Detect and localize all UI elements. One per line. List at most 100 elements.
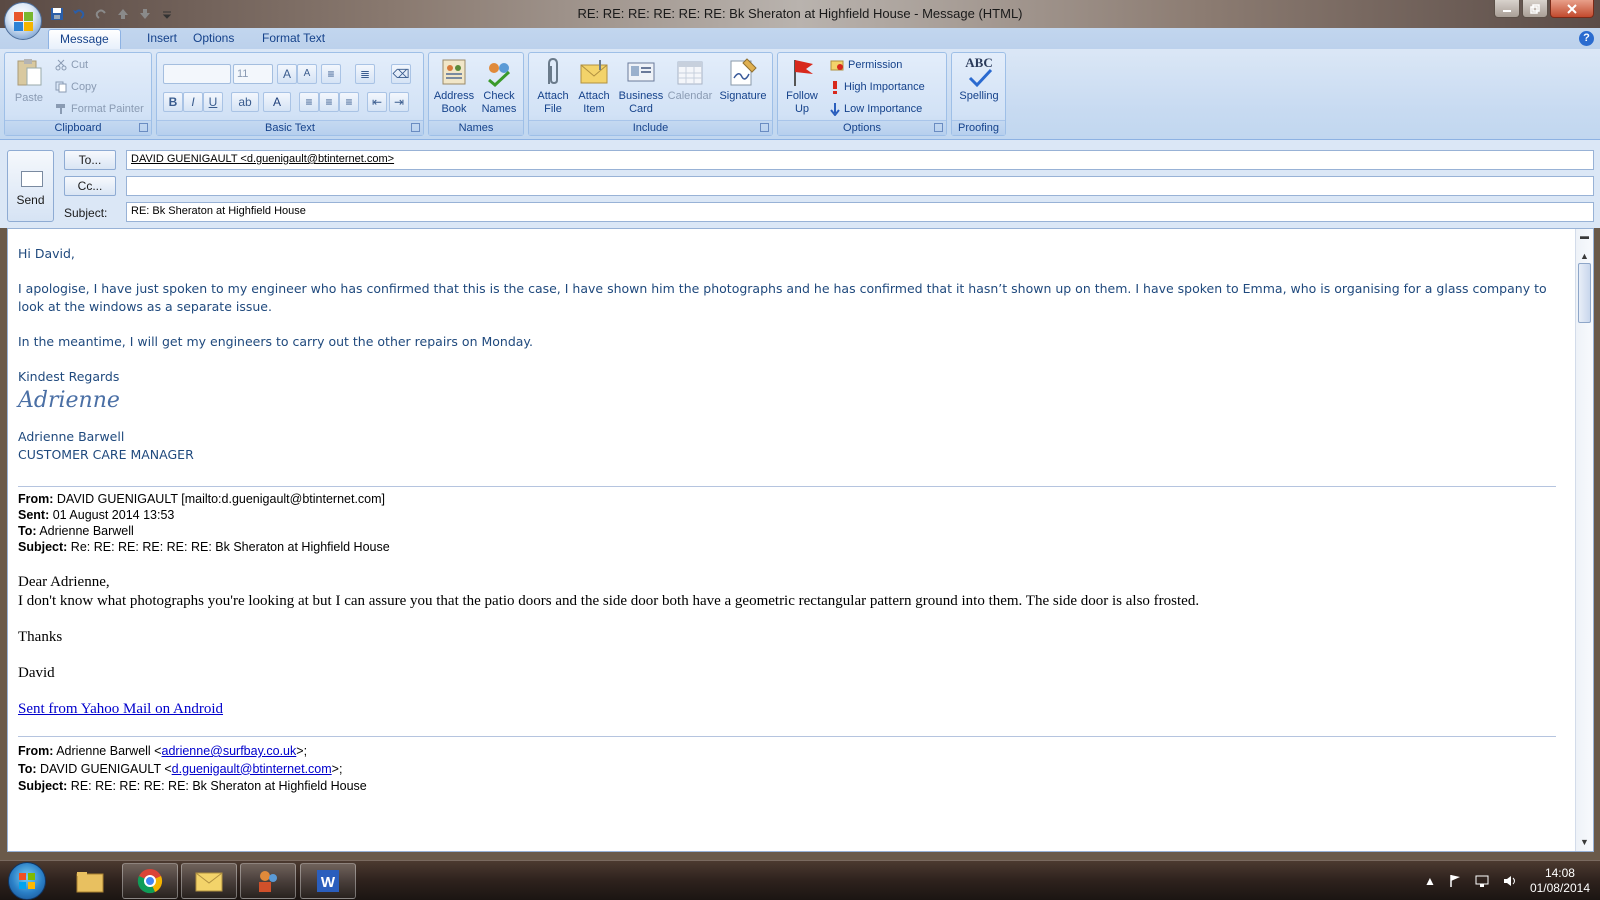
include-launcher-icon[interactable] [760,123,769,132]
scroll-up-icon[interactable]: ▲ [1579,251,1590,261]
group-options: Follow Up Permission High Importance Low… [777,52,947,136]
start-button[interactable] [8,862,46,900]
tab-message[interactable]: Message [48,29,121,49]
signature-icon [727,56,759,88]
tab-format-text[interactable]: Format Text [251,29,336,49]
scroll-down-icon[interactable]: ▼ [1579,837,1590,847]
help-icon[interactable]: ? [1579,31,1594,46]
group-include: Attach File Attach Item Business Card Ca… [528,52,773,136]
subject-label: Subject: [18,540,68,554]
quoted-header-2: From: Adrienne Barwell <adrienne@surfbay… [18,743,1558,796]
clock-time: 14:08 [1544,866,1575,880]
restore-button[interactable] [1522,0,1548,18]
paste-button[interactable]: Paste [9,56,49,105]
cc-button[interactable]: Cc... [64,176,116,196]
cc-field[interactable] [126,176,1594,196]
taskbar-word[interactable]: W [300,863,356,899]
check-names-button[interactable]: Check Names [477,56,521,116]
taskbar-explorer[interactable] [62,863,118,899]
to-label: To: [18,761,37,776]
group-label-clipboard: Clipboard [5,120,151,135]
italic-button[interactable]: I [183,92,203,112]
to-button[interactable]: To... [64,150,116,170]
office-button[interactable] [4,2,42,40]
format-painter-icon [56,104,65,114]
from-email-link[interactable]: adrienne@surfbay.co.uk [162,744,297,758]
signature-button[interactable]: Signature [715,56,771,103]
cut-icon [55,59,67,71]
numbering-button[interactable]: ≣ [355,64,375,84]
people-icon [259,871,277,892]
scroll-thumb[interactable] [1578,263,1591,323]
close-button[interactable] [1550,0,1594,18]
to-email-link[interactable]: d.guenigault@btinternet.com [172,762,332,776]
highlight-button[interactable]: ab [231,92,259,112]
attach-item-button[interactable]: Attach Item [573,56,615,116]
spelling-button[interactable]: ABC Spelling [954,56,1004,103]
low-importance-button[interactable]: Low Importance [830,100,922,118]
envelope-attach-icon [578,56,610,88]
clear-formatting-button[interactable]: ⌫ [391,64,411,84]
network-icon[interactable] [1474,874,1490,888]
business-card-button[interactable]: Business Card [617,56,665,116]
yahoo-mail-link[interactable]: Sent from Yahoo Mail on Android [18,701,223,717]
font-size-value: 11 [237,68,249,80]
high-importance-button[interactable]: High Importance [830,78,925,96]
volume-icon[interactable] [1502,874,1518,888]
font-size-select[interactable]: 11 [233,64,273,84]
action-center-flag-icon[interactable] [1448,874,1462,888]
shrink-font-button[interactable]: A [297,64,317,84]
message-body[interactable]: Hi David, I apologise, I have just spoke… [7,228,1594,852]
address-book-button[interactable]: Address Book [432,56,476,116]
show-hidden-icons[interactable]: ▲ [1424,874,1436,888]
calendar-button[interactable]: Calendar [665,56,715,103]
align-right-button[interactable]: ≡ [339,92,359,112]
down-arrow-icon [830,103,840,116]
greeting: Hi David, [18,246,75,261]
quoted-message-1: Dear Adrienne, I don't know what photogr… [18,573,1558,719]
group-names: Address Book Check Names Names [428,52,524,136]
send-button[interactable]: Send [7,150,54,222]
minimize-button[interactable] [1494,0,1520,18]
vertical-scrollbar[interactable]: ▬ ▲ ▼ [1575,229,1593,851]
format-painter-button[interactable]: Format Painter [55,100,144,118]
to-field[interactable]: DAVID GUENIGAULT <d.guenigault@btinterne… [126,150,1594,170]
group-clipboard: Paste Cut Copy Format Painter Clipboard [4,52,152,136]
bold-button[interactable]: B [163,92,183,112]
copy-button[interactable]: Copy [55,78,97,96]
taskbar-outlook[interactable] [181,863,237,899]
follow-up-button[interactable]: Follow Up [780,56,824,116]
subject-field[interactable]: RE: Bk Sheraton at Highfield House [126,202,1594,222]
cut-button[interactable]: Cut [55,56,88,74]
font-name-select[interactable] [163,64,231,84]
bullets-button[interactable]: ≡ [321,64,341,84]
increase-indent-button[interactable]: ⇥ [389,92,409,112]
taskbar-chrome[interactable] [122,863,178,899]
from-label: From: [18,744,54,758]
clock[interactable]: 14:08 01/08/2014 [1530,866,1590,896]
to-label: To: [18,524,37,538]
group-label-include: Include [529,120,772,135]
grow-font-button[interactable]: A [277,64,297,84]
send-label: Send [16,193,45,207]
group-proofing: ABC Spelling Proofing [951,52,1006,136]
address-book-label-1: Address [433,90,475,102]
taskbar-contacts[interactable] [240,863,296,899]
attach-file-button[interactable]: Attach File [531,56,575,116]
underline-button[interactable]: U [203,92,223,112]
basic-text-launcher-icon[interactable] [411,123,420,132]
group-label-options: Options [778,120,946,135]
decrease-indent-button[interactable]: ⇤ [367,92,387,112]
ruler-toggle-icon[interactable]: ▬ [1579,231,1590,241]
tab-insert[interactable]: Insert [136,29,188,49]
paperclip-icon [537,56,569,88]
permission-button[interactable]: Permission [830,56,902,74]
options-launcher-icon[interactable] [934,123,943,132]
follow-up-label-2: Up [794,103,810,115]
font-color-button[interactable]: A [263,92,291,112]
clipboard-launcher-icon[interactable] [139,123,148,132]
business-card-label-2: Card [629,103,653,115]
align-left-button[interactable]: ≡ [299,92,319,112]
tab-options[interactable]: Options [182,29,245,49]
align-center-button[interactable]: ≡ [319,92,339,112]
